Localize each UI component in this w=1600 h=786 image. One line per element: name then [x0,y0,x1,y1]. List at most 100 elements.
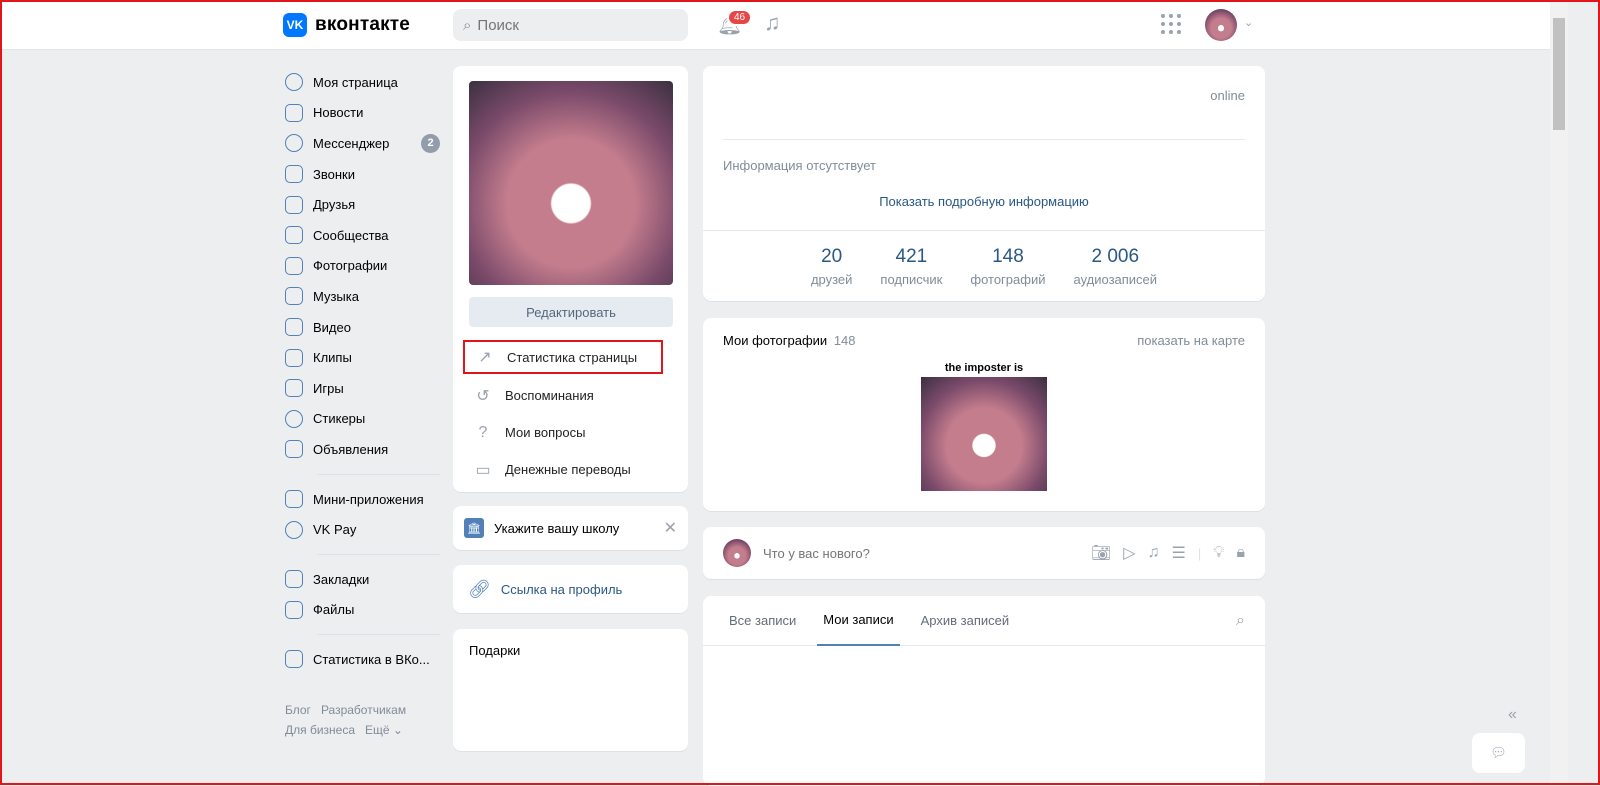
menu-label: Мои вопросы [505,425,586,440]
close-icon[interactable]: ✕ [664,518,677,538]
trend-icon: ↗ [478,349,492,366]
article-icon[interactable]: ☰ [1172,543,1186,563]
counter-value: 148 [992,246,1024,267]
scrollbar-thumb[interactable] [1553,18,1565,130]
menu-money-transfers[interactable]: ▭ Денежные переводы [463,451,683,488]
apps-grid-icon[interactable] [1161,14,1181,34]
collapse-chevrons-icon[interactable]: « [1508,706,1517,724]
nav-item-stats[interactable]: Статистика в ВКо... [285,644,440,675]
menu-memories[interactable]: ↺ Воспоминания [463,377,683,414]
link-icon: 🔗︎ [468,578,491,599]
nav-item-stickers[interactable]: Стикеры [285,404,440,435]
top-header: VKвконтакте ⌕ 🔔︎ 46 ♫ ⌄ [0,0,1550,50]
new-post-input[interactable] [763,545,1079,561]
profile-link[interactable]: 🔗︎ Ссылка на профиль [453,565,688,613]
footer-link-more[interactable]: Ещё ⌄ [365,723,403,737]
music-icon[interactable]: ♫ [1148,544,1160,562]
divider: | [1197,545,1202,561]
counter-friends[interactable]: 20 друзей [811,246,852,287]
counter-value: 2 006 [1091,246,1140,267]
stats-icon [285,650,303,669]
menu-label: Статистика страницы [507,349,638,365]
nav-label: Мини-приложения [313,491,424,507]
camera-icon[interactable]: 📷︎ [1091,543,1111,563]
footer-links: Блог Разработчикам Для бизнеса Ещё ⌄ [285,700,416,740]
counter-label: друзей [810,272,853,287]
ruble-icon [285,520,303,539]
nav-label: Новости [313,105,364,121]
nav-item-files[interactable]: Файлы [285,595,440,626]
photo-thumbnail[interactable]: the imposter is [921,362,1047,491]
nav-item-bookmarks[interactable]: Закладки [285,564,440,595]
logo-text: вконтакте [315,14,411,35]
left-nav: Моя страница Новости Мессенджер 2 Звонки … [285,67,440,675]
lock-icon[interactable]: 🔒︎ [1236,544,1245,562]
tab-all-posts[interactable]: Все записи [723,596,802,646]
search-input[interactable] [477,16,658,34]
nav-item-video[interactable]: Видео [285,312,440,343]
message-icon [285,134,303,153]
gifts-block: Подарки [453,629,688,751]
nav-item-music[interactable]: Музыка [285,281,440,312]
photos-title[interactable]: Мои фотографии [723,333,827,348]
nav-label: Сообщества [313,227,389,243]
video-icon [285,318,303,337]
counter-followers[interactable]: 421 подписчик [880,246,942,287]
chevron-down-icon[interactable]: ⌄ [1244,16,1253,29]
nav-item-calls[interactable]: Звонки [285,159,440,190]
user-avatar[interactable] [1205,9,1237,41]
nav-item-news[interactable]: Новости [285,98,440,129]
gifts-title[interactable]: Подарки [469,643,520,658]
footer-link-developers[interactable]: Разработчикам [321,703,406,717]
nav-label: Видео [313,319,351,335]
notifications-badge: 46 [727,9,753,26]
nav-item-photos[interactable]: Фотографии [285,251,440,282]
nav-label: Объявления [313,441,389,457]
nav-label: Игры [313,380,344,396]
nav-item-vk-pay[interactable]: VK Pay [285,514,440,545]
wall: Все записи Мои записи Архив записей ⌕ [703,596,1265,786]
footer-link-blog[interactable]: Блог [285,703,311,717]
music-icon[interactable]: ♫ [764,10,781,36]
counter-photos[interactable]: 148 фотографий [970,246,1045,287]
counter-value: 421 [895,246,928,267]
photo-icon [285,256,303,275]
profile-photo[interactable] [469,81,673,285]
divider [703,230,1265,231]
counter-audio[interactable]: 2 006 аудиозаписей [1073,246,1157,287]
nav-item-games[interactable]: Игры [285,373,440,404]
nav-item-my-page[interactable]: Моя страница [285,67,440,98]
scrollbar[interactable] [1550,0,1568,785]
counter-label: фотографий [970,272,1046,287]
nav-item-friends[interactable]: Друзья [285,189,440,220]
tab-my-posts[interactable]: Мои записи [817,596,900,646]
video-play-icon[interactable]: ▷ [1123,543,1135,563]
chat-button[interactable]: 💬︎ [1472,733,1525,773]
search-icon: ⌕ [463,16,472,34]
footer-link-business[interactable]: Для бизнеса [285,723,355,737]
nav-item-messenger[interactable]: Мессенджер 2 [285,128,440,159]
photo-caption: the imposter is [944,362,1024,374]
edit-profile-button[interactable]: Редактировать [469,297,673,327]
clips-icon [285,348,303,367]
show-on-map-link[interactable]: показать на карте [1137,333,1245,348]
ads-icon [285,440,303,459]
menu-page-stats[interactable]: ↗ Статистика страницы [463,340,663,374]
nav-item-clips[interactable]: Клипы [285,342,440,373]
school-prompt[interactable]: 🏛︎ Укажите вашу школу ✕ [453,506,688,550]
search-icon[interactable]: ⌕ [1236,612,1245,630]
menu-questions[interactable]: ? Мои вопросы [463,414,683,451]
nav-item-communities[interactable]: Сообщества [285,220,440,251]
menu-label: Воспоминания [505,388,594,403]
school-label: Укажите вашу школу [494,520,620,536]
show-more-info-link[interactable]: Показать подробную информацию [703,194,1265,209]
search-box[interactable]: ⌕ [453,9,688,41]
tab-archive[interactable]: Архив записей [915,596,1016,646]
nav-item-mini-apps[interactable]: Мини-приложения [285,484,440,515]
profile-link-label: Ссылка на профиль [500,581,623,597]
idea-icon[interactable]: 💡︎ [1213,544,1224,562]
vk-logo-icon: VK [283,13,307,37]
vk-logo[interactable]: VK вконтакте [283,13,410,37]
nav-item-ads[interactable]: Объявления [285,434,440,465]
gamepad-icon [285,379,303,398]
